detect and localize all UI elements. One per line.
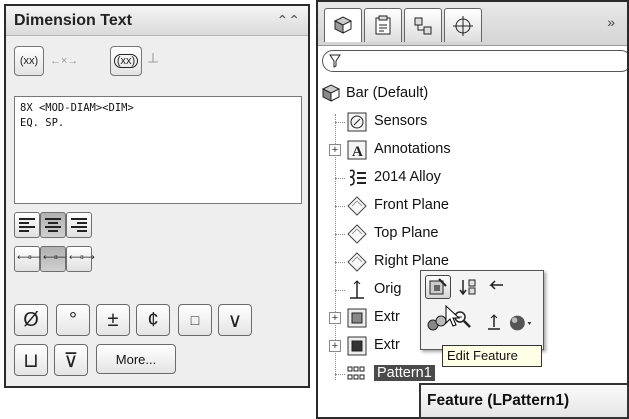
align-left-arrows-button[interactable]: ⟻⟼ bbox=[14, 246, 43, 272]
align-right-arrows-icon: ⟻⟼ bbox=[69, 252, 95, 262]
justify-left-icon bbox=[19, 218, 35, 234]
sensors-icon bbox=[347, 112, 367, 132]
tree-item-part[interactable]: Bar (Default) bbox=[318, 80, 627, 108]
hide-button[interactable] bbox=[483, 275, 509, 299]
edit-feature-icon bbox=[429, 278, 447, 295]
plane-icon bbox=[347, 224, 367, 244]
align-center-arrows-button[interactable]: ⟻⟼ bbox=[40, 246, 69, 272]
tree-item-label: Front Plane bbox=[374, 197, 449, 213]
pattern-icon bbox=[347, 366, 365, 380]
justify-right-icon bbox=[71, 218, 87, 234]
tree-item-front-plane[interactable]: Front Plane bbox=[318, 192, 627, 220]
justify-center-icon bbox=[45, 218, 61, 234]
edit-feature-tooltip: Edit Feature bbox=[442, 345, 542, 367]
degree-symbol-button[interactable]: ° bbox=[56, 304, 90, 336]
tree-item-label: Orig bbox=[374, 281, 402, 297]
feature-tooltip: Feature (LPattern1) bbox=[419, 383, 629, 419]
offset-text-icon[interactable]: ⟂ bbox=[148, 50, 158, 67]
countersink-symbol-button[interactable]: ∨ bbox=[218, 304, 252, 336]
justify-right-button[interactable] bbox=[66, 212, 92, 238]
mouse-cursor-icon bbox=[445, 305, 461, 327]
funnel-icon bbox=[329, 54, 341, 68]
normal-to-button[interactable] bbox=[481, 311, 507, 335]
centerline-symbol-button[interactable]: ¢ bbox=[136, 304, 170, 336]
tree-item-label: Top Plane bbox=[374, 225, 439, 241]
expand-icon[interactable]: + bbox=[329, 340, 341, 352]
context-toolbar bbox=[420, 270, 544, 350]
plane-icon bbox=[347, 252, 367, 272]
tree-filter-input[interactable] bbox=[322, 50, 627, 72]
tree-item-sensors[interactable]: Sensors bbox=[318, 108, 627, 136]
part-icon bbox=[321, 84, 341, 102]
square-symbol-button[interactable]: □ bbox=[178, 304, 212, 336]
tree-item-label: Annotations bbox=[374, 141, 451, 157]
tree-item-label: Sensors bbox=[374, 113, 428, 129]
sphere-appearance-icon bbox=[509, 315, 532, 331]
tree-item-material[interactable]: 2014 Alloy bbox=[318, 164, 627, 192]
expand-icon[interactable]: + bbox=[329, 144, 341, 156]
rollback-icon bbox=[459, 279, 476, 296]
tree-item-top-plane[interactable]: Top Plane bbox=[318, 220, 627, 248]
justify-left-button[interactable] bbox=[14, 212, 40, 238]
panel-title: Dimension Text bbox=[14, 12, 132, 29]
tree-item-label: Extr bbox=[374, 309, 400, 325]
depth-symbol-button[interactable]: ⊽ bbox=[54, 344, 88, 376]
more-symbols-button[interactable]: More... bbox=[96, 344, 176, 374]
extrude-icon bbox=[347, 336, 367, 356]
hide-icon bbox=[489, 280, 503, 290]
diameter-symbol-button[interactable]: Ø bbox=[14, 304, 48, 336]
expand-icon[interactable]: + bbox=[329, 312, 341, 324]
plane-icon bbox=[347, 196, 367, 216]
dimxpert-icon bbox=[453, 15, 473, 36]
extrude-icon bbox=[347, 308, 367, 328]
edit-feature-button[interactable] bbox=[425, 275, 451, 299]
tree-item-annotations[interactable]: + A Annotations bbox=[318, 136, 627, 164]
dimxpert-tab[interactable] bbox=[444, 8, 482, 42]
configuration-manager-icon bbox=[414, 17, 432, 34]
center-dimension-icon[interactable]: ←×→ bbox=[50, 55, 78, 67]
align-right-arrows-button[interactable]: ⟻⟼ bbox=[66, 246, 95, 272]
counterbore-symbol-button[interactable]: ⊔ bbox=[14, 344, 48, 376]
property-manager-tab[interactable] bbox=[364, 8, 402, 42]
dimension-text-panel: Dimension Text ⌃⌃ (xx) ←×→ (xx) ⟂ 8X <MO… bbox=[4, 4, 310, 388]
tree-item-label: Pattern1 bbox=[374, 365, 435, 381]
align-left-arrows-icon: ⟻⟼ bbox=[17, 252, 43, 262]
svg-text:A: A bbox=[352, 144, 363, 160]
double-chevron-up-icon[interactable]: ⌃⌃ bbox=[277, 12, 300, 29]
configuration-manager-tab[interactable] bbox=[404, 8, 442, 42]
dimension-text-field[interactable]: 8X <MOD-DIAM><DIM> EQ. SP. bbox=[14, 96, 302, 204]
rollback-button[interactable] bbox=[455, 275, 481, 299]
text-line: 8X <MOD-DIAM><DIM> bbox=[20, 102, 134, 114]
property-manager-icon bbox=[375, 15, 391, 34]
panel-header[interactable]: Dimension Text ⌃⌃ bbox=[6, 6, 308, 36]
feature-manager-tab[interactable] bbox=[324, 8, 362, 42]
annotations-icon: A bbox=[347, 140, 367, 160]
tree-item-label: Extr bbox=[374, 337, 400, 353]
origin-icon bbox=[350, 280, 364, 299]
normal-to-icon bbox=[488, 314, 500, 330]
text-line: EQ. SP. bbox=[20, 117, 65, 129]
tree-item-label: 2014 Alloy bbox=[374, 169, 441, 185]
plus-minus-symbol-button[interactable]: ± bbox=[96, 304, 130, 336]
manager-tabs: » bbox=[318, 2, 627, 46]
display-style-dropdown[interactable] bbox=[509, 311, 535, 335]
tree-item-label: Bar (Default) bbox=[346, 85, 429, 101]
tree-item-label: Right Plane bbox=[374, 253, 449, 269]
tabs-overflow-chevron-icon[interactable]: » bbox=[607, 14, 615, 30]
add-parentheses-button[interactable]: (xx) bbox=[14, 46, 44, 76]
material-icon bbox=[349, 169, 366, 186]
feature-manager-icon bbox=[333, 15, 353, 34]
align-center-arrows-icon: ⟻⟼ bbox=[43, 252, 69, 262]
justify-center-button[interactable] bbox=[40, 212, 66, 238]
inspection-dimension-button[interactable]: (xx) bbox=[110, 46, 142, 76]
